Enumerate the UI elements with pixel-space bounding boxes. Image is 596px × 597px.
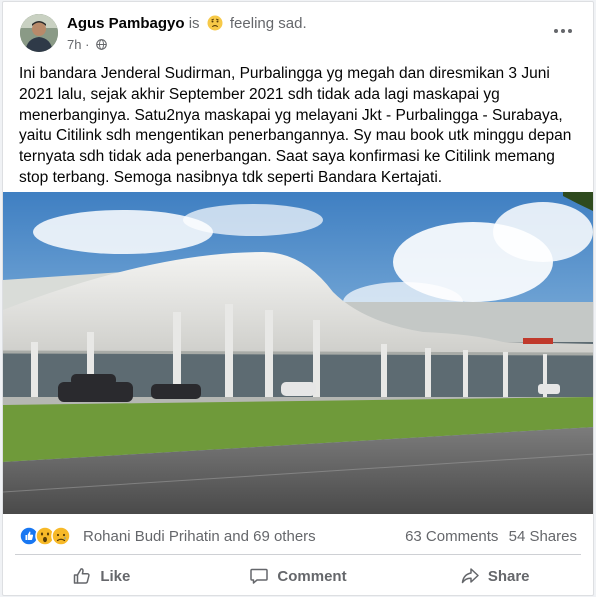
- more-dots-icon: [554, 29, 572, 33]
- like-icon: [74, 568, 91, 584]
- share-button[interactable]: Share: [396, 558, 593, 594]
- globe-icon[interactable]: [96, 38, 107, 50]
- post-card: Agus Pambagyo is feeling sad. 7h · Ini b…: [2, 1, 594, 596]
- reaction-icons[interactable]: [19, 526, 77, 546]
- sad-icon: [51, 526, 71, 546]
- engagement-counts: 63 Comments 54 Shares: [399, 528, 577, 545]
- post-header: Agus Pambagyo is feeling sad. 7h ·: [3, 2, 593, 58]
- share-label: Share: [487, 567, 530, 585]
- post-text-line: ternyata sdh tidak ada penerbangan. Saat…: [19, 148, 555, 166]
- post-text-line: Ini bandara Jenderal Sudirman, Purbaling…: [19, 65, 550, 82]
- post-text: Ini bandara Jenderal Sudirman, Purbaling…: [19, 64, 589, 189]
- like-button[interactable]: Like: [3, 558, 200, 594]
- comment-button[interactable]: Comment: [200, 558, 397, 594]
- divider: [15, 554, 581, 555]
- post-time[interactable]: 7h: [67, 37, 81, 52]
- reactors-text[interactable]: Rohani Budi Prihatin and 69 others: [83, 528, 316, 545]
- post-text-line: 2021 lalu, sejak akhir September 2021 sd…: [19, 85, 500, 103]
- more-options-button[interactable]: [549, 20, 577, 42]
- comment-icon: [250, 568, 269, 584]
- shares-count[interactable]: 54 Shares: [509, 528, 577, 545]
- sad-face-icon: [207, 15, 223, 31]
- reactions-bar: Rohani Budi Prihatin and 69 others 63 Co…: [3, 522, 593, 550]
- action-bar: Like Comment Share: [3, 558, 593, 594]
- meta-separator: ·: [85, 37, 90, 52]
- post-text-line: stop terbang. Semoga nasibnya tdk sepert…: [19, 168, 443, 186]
- feeling-text: feeling sad.: [229, 15, 307, 32]
- comment-label: Comment: [277, 567, 347, 585]
- share-icon: [461, 568, 479, 584]
- author-is-word: is: [188, 15, 200, 32]
- comments-count[interactable]: 63 Comments: [405, 528, 498, 545]
- author-line: Agus Pambagyo is feeling sad.: [67, 15, 307, 32]
- avatar[interactable]: [20, 14, 58, 52]
- post-meta: 7h ·: [67, 37, 107, 52]
- post-photo[interactable]: [3, 192, 593, 514]
- like-label: Like: [100, 567, 131, 585]
- post-text-line: menerbanginya. Satu2nya maskapai yg mela…: [19, 106, 563, 124]
- post-text-line: yaitu Citilink sdh mengentikan penerbang…: [19, 127, 572, 145]
- author-name[interactable]: Agus Pambagyo: [67, 15, 185, 32]
